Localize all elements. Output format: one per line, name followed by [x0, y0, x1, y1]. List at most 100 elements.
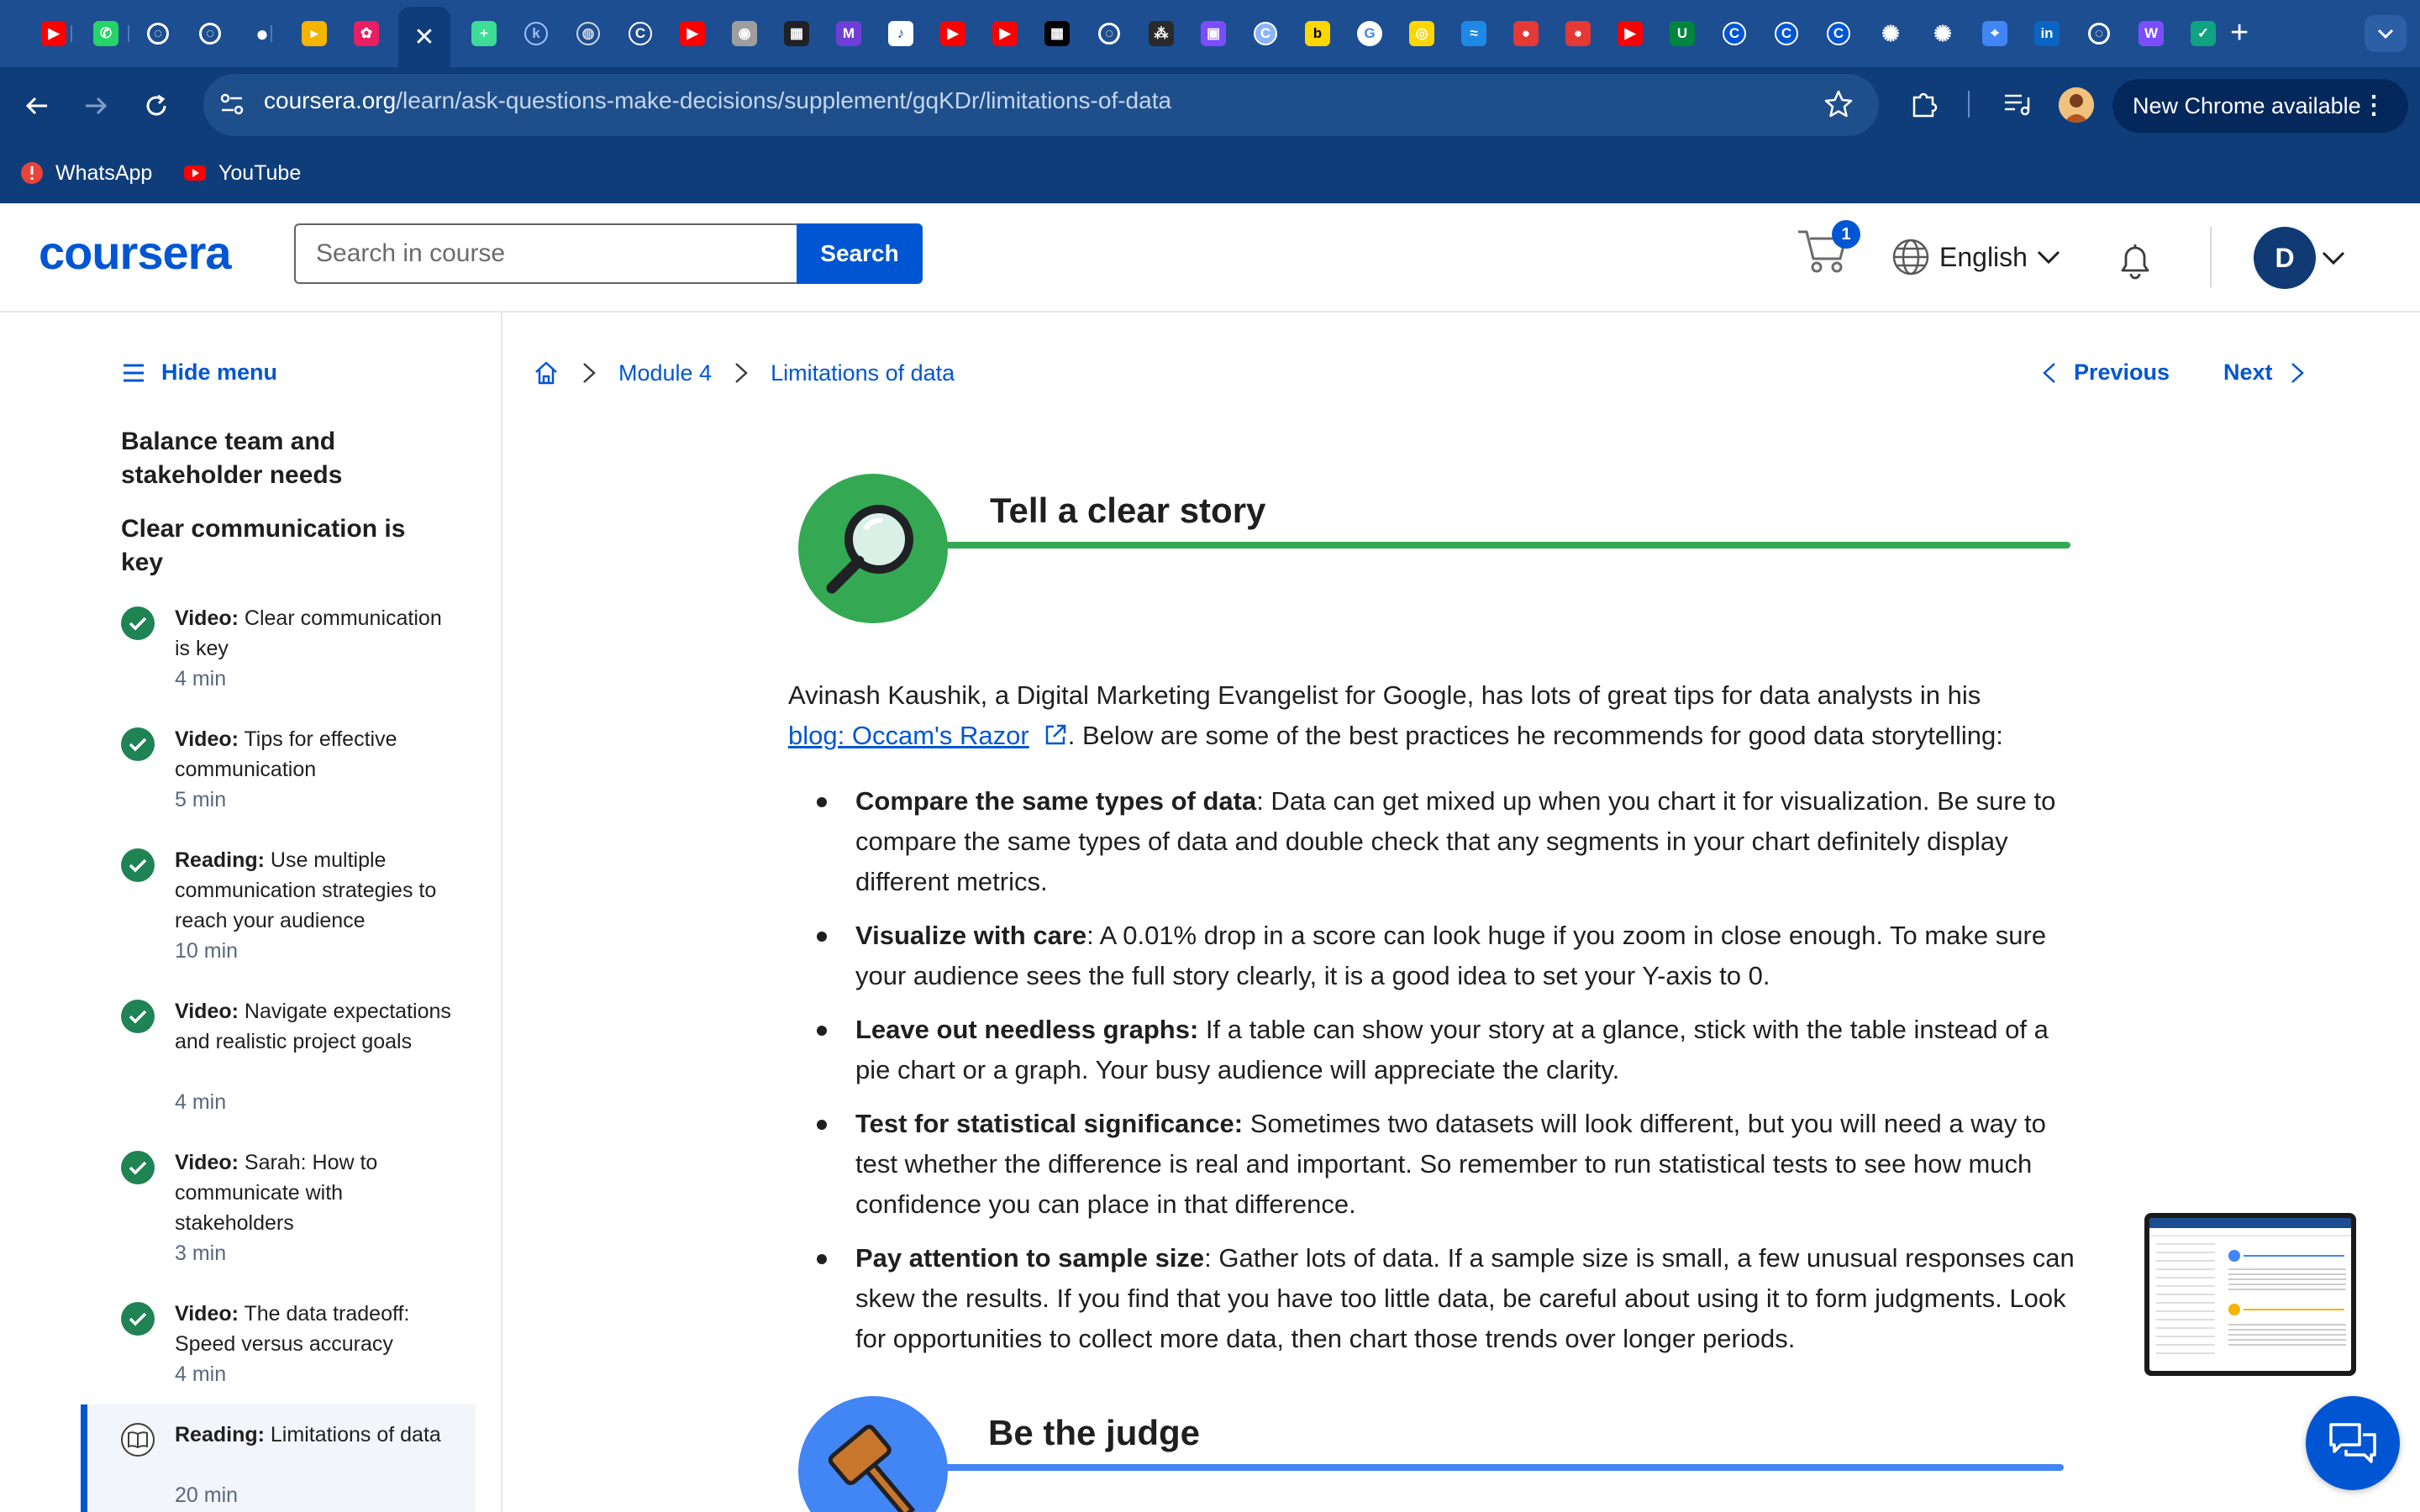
bookmark-whatsapp[interactable]: WhatsApp	[20, 158, 152, 188]
browser-tab[interactable]: ▶	[676, 15, 709, 52]
browser-tab[interactable]: ◌	[2082, 15, 2116, 52]
myunt-icon: U	[1670, 21, 1695, 46]
bookmarks-bar	[0, 144, 2420, 203]
back-button[interactable]	[15, 84, 59, 128]
chrome-update-button[interactable]: New Chrome available ⋮	[2112, 79, 2408, 133]
loading-icon: ◌	[147, 23, 169, 45]
user-avatar[interactable]: D	[2254, 227, 2316, 289]
new-tab-button[interactable]: +	[2230, 13, 2249, 52]
best-practice-heading: Leave out needless graphs:	[855, 1015, 1199, 1044]
browser-tab[interactable]: C	[623, 15, 657, 52]
browser-tab[interactable]: C	[1249, 15, 1282, 52]
bookmark-star-icon[interactable]	[1822, 87, 1855, 121]
screen-share-preview[interactable]	[2144, 1213, 2356, 1376]
browser-tab[interactable]: ▶	[1613, 15, 1647, 52]
browser-tab[interactable]: ◉	[728, 15, 761, 52]
active-tab[interactable]: ✕	[398, 7, 450, 67]
magnifying-glass-icon	[826, 505, 913, 594]
browser-tab[interactable]: ✺	[1874, 15, 1907, 52]
external-link-icon[interactable]	[1043, 722, 1068, 748]
extensions-icon[interactable]	[1907, 87, 1941, 121]
bookmark-youtube[interactable]: YouTube	[183, 158, 301, 188]
browser-tab[interactable]: ◎	[1405, 15, 1439, 52]
search-placeholder: Search in course	[316, 239, 506, 267]
browser-tab[interactable]: ✆	[89, 15, 123, 52]
language-selector[interactable]: English	[1891, 235, 2061, 279]
search-button[interactable]: Search	[797, 223, 923, 284]
browser-tab[interactable]: ▦	[1040, 15, 1074, 52]
home-icon[interactable]	[533, 360, 560, 386]
media-controls-icon[interactable]	[2000, 87, 2033, 121]
browser-tab[interactable]: ⌖	[1978, 15, 2012, 52]
browser-tab[interactable]: ⁂	[1144, 15, 1178, 52]
notifications-bell-icon[interactable]	[2112, 237, 2158, 282]
browser-tab[interactable]: ✓	[2186, 15, 2220, 52]
browser-tab[interactable]: ◌	[1092, 15, 1126, 52]
browser-tab[interactable]: ✺	[1926, 15, 1960, 52]
best-practice-heading: Compare the same types of data	[855, 786, 1257, 816]
sidebar-section-title[interactable]: Balance team and stakeholder needs	[121, 425, 440, 492]
browser-tab[interactable]: ●	[1561, 15, 1595, 52]
hide-menu-button[interactable]: Hide menu	[121, 360, 277, 386]
forward-button[interactable]	[74, 84, 118, 128]
breadcrumb-module[interactable]: Module 4	[618, 360, 712, 386]
more-options-icon[interactable]: ⋮	[2361, 91, 2386, 121]
chat-support-button[interactable]	[2306, 1396, 2400, 1490]
chevron-down-icon[interactable]	[2321, 245, 2346, 270]
sidebar-section-title[interactable]: Clear communication is key	[121, 512, 440, 580]
browser-tab[interactable]: ▶	[988, 15, 1022, 52]
browser-tab[interactable]: ◌	[141, 15, 175, 52]
c-icon: C	[629, 22, 652, 45]
item-duration: 3 min	[175, 1242, 227, 1265]
browser-tab[interactable]: ●	[245, 15, 279, 52]
chrome-profile-avatar[interactable]	[2059, 87, 2094, 123]
c-icon: C	[1775, 22, 1798, 45]
browser-tab[interactable]: ◌	[193, 15, 227, 52]
url-text[interactable]: coursera.org/learn/ask-questions-make-de…	[264, 87, 1171, 114]
whatsapp-icon: ✆	[93, 21, 118, 46]
completed-check-icon	[121, 1000, 155, 1033]
browser-tab[interactable]: W	[2134, 15, 2168, 52]
site-info-icon[interactable]	[217, 89, 247, 119]
browser-tab[interactable]: C	[1770, 15, 1803, 52]
browser-tab[interactable]: C	[1822, 15, 1855, 52]
browser-tab[interactable]: ♪	[884, 15, 918, 52]
browser-tab[interactable]: +	[467, 15, 501, 52]
close-tab-icon[interactable]: ✕	[413, 23, 434, 52]
red-ball-icon: ●	[1513, 21, 1539, 46]
browser-tab[interactable]: M	[832, 15, 865, 52]
breadcrumb-current[interactable]: Limitations of data	[771, 360, 955, 386]
browser-tab[interactable]: ✿	[350, 15, 383, 52]
profile-photo-icon	[2059, 87, 2094, 123]
completed-check-icon	[121, 1151, 155, 1184]
item-type: Video:	[175, 1151, 239, 1174]
browser-tab[interactable]: ◍	[571, 15, 605, 52]
browser-tab[interactable]: ▦	[780, 15, 813, 52]
item-type: Video:	[175, 606, 239, 630]
browser-tab[interactable]: ▣	[1197, 15, 1230, 52]
browser-tab[interactable]: G	[1353, 15, 1386, 52]
occams-razor-link[interactable]: blog: Occam's Razor	[788, 721, 1029, 750]
tab-search-button[interactable]	[2365, 15, 2407, 52]
camera-icon: ▣	[1201, 21, 1226, 46]
search-input[interactable]: Search in course	[294, 223, 798, 284]
browser-tab[interactable]: C	[1718, 15, 1751, 52]
browser-tab[interactable]: ▸	[297, 15, 331, 52]
browser-tab[interactable]: in	[2030, 15, 2064, 52]
wave-icon: ≈	[1461, 21, 1486, 46]
previous-button[interactable]: Previous	[2040, 360, 2170, 386]
next-button[interactable]: Next	[2223, 360, 2307, 386]
browser-tab[interactable]: ▶	[936, 15, 970, 52]
browser-tab[interactable]: ▶	[37, 15, 71, 52]
browser-tab[interactable]: b	[1301, 15, 1334, 52]
browser-tab[interactable]: k	[519, 15, 553, 52]
browser-tab[interactable]: ≈	[1457, 15, 1491, 52]
browser-tab[interactable]: ●	[1509, 15, 1543, 52]
browser-tab[interactable]: U	[1665, 15, 1699, 52]
reload-button[interactable]	[134, 84, 178, 128]
tab-separator	[271, 25, 272, 42]
chrome-update-label: New Chrome available	[2133, 92, 2361, 118]
coursera-logo[interactable]: coursera	[39, 225, 232, 280]
item-type: Video:	[175, 1302, 239, 1326]
youtube-icon	[184, 165, 206, 181]
